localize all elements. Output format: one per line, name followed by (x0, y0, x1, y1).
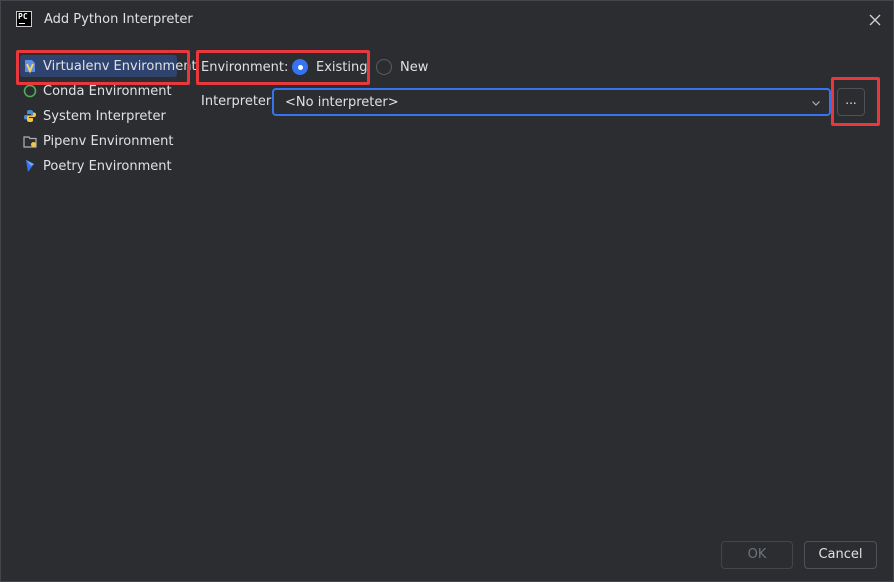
sidebar-item-label: Poetry Environment (43, 158, 172, 174)
close-icon (869, 14, 881, 26)
python-icon (22, 108, 38, 124)
close-button[interactable] (865, 10, 885, 30)
new-radio[interactable] (376, 59, 392, 75)
interpreter-select-value: <No interpreter> (285, 95, 399, 110)
pipenv-icon (22, 133, 38, 149)
sidebar-item-pipenv[interactable]: Pipenv Environment (20, 130, 177, 152)
poetry-icon (22, 158, 38, 174)
pycharm-logo-icon: PC (16, 11, 32, 27)
interpreter-select[interactable]: <No interpreter> (272, 88, 831, 116)
cancel-button[interactable]: Cancel (804, 541, 877, 569)
sidebar-item-label: Conda Environment (43, 83, 172, 99)
chevron-down-icon (812, 101, 820, 106)
new-radio-label[interactable]: New (400, 60, 428, 75)
ok-button[interactable]: OK (721, 541, 793, 569)
dialog-title: Add Python Interpreter (44, 12, 193, 27)
highlight-box-environment (196, 50, 370, 85)
add-python-interpreter-dialog: PC Add Python Interpreter Virtualenv Env… (0, 0, 894, 582)
sidebar-item-label: System Interpreter (43, 108, 166, 124)
conda-icon (22, 83, 38, 99)
title-bar: PC Add Python Interpreter (1, 1, 893, 39)
sidebar-item-poetry[interactable]: Poetry Environment (20, 155, 177, 177)
sidebar-item-label: Pipenv Environment (43, 133, 174, 149)
interpreter-label: Interpreter: (201, 94, 276, 109)
sidebar-item-system-interpreter[interactable]: System Interpreter (20, 105, 177, 127)
highlight-box-browse (831, 77, 880, 126)
highlight-box-sidebar (16, 50, 190, 85)
app-icon-text: PC (18, 12, 28, 21)
